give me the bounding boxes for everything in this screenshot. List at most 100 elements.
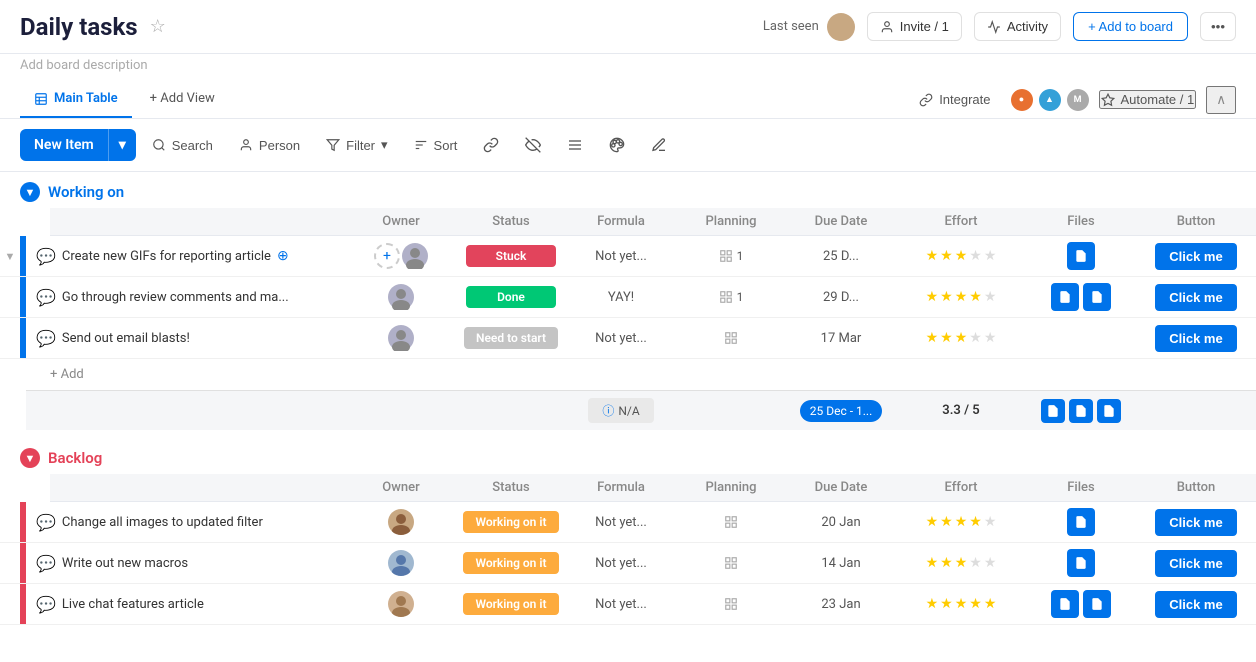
file-icon-1[interactable] xyxy=(1067,242,1095,270)
integrate-button[interactable]: Integrate xyxy=(909,86,1000,113)
due-date-cell-2[interactable]: 29 D... xyxy=(786,290,896,305)
summary-date[interactable]: 25 Dec - 1... xyxy=(786,400,896,422)
effort-cell-b3[interactable]: ★★★★★ xyxy=(896,596,1026,612)
comment-icon-3[interactable]: 💬 xyxy=(36,329,56,348)
status-cell-3[interactable]: Need to start xyxy=(456,327,566,349)
click-me-button-b2[interactable]: Click me xyxy=(1155,550,1236,577)
comment-icon-b2[interactable]: 💬 xyxy=(36,554,56,573)
click-me-button-b3[interactable]: Click me xyxy=(1155,591,1236,618)
effort-cell-2[interactable]: ★★★★★ xyxy=(896,289,1026,305)
owner-cell-b1[interactable] xyxy=(346,509,456,535)
add-to-board-button[interactable]: + Add to board xyxy=(1073,12,1188,41)
planning-cell-1[interactable]: 1 xyxy=(676,249,786,263)
row-expand-1[interactable]: ▼ xyxy=(0,250,20,263)
click-me-button-3[interactable]: Click me xyxy=(1155,325,1236,352)
button-cell-3[interactable]: Click me xyxy=(1136,325,1256,352)
file-icon-2b[interactable] xyxy=(1083,283,1111,311)
comment-icon-b3[interactable]: 💬 xyxy=(36,595,56,614)
due-date-cell-b1[interactable]: 20 Jan xyxy=(786,515,896,530)
planning-cell-b2[interactable] xyxy=(676,556,786,570)
col-header-status-b: Status xyxy=(456,480,566,495)
due-date-cell-b2[interactable]: 14 Jan xyxy=(786,556,896,571)
owner-cell-3[interactable] xyxy=(346,325,456,351)
new-item-button[interactable]: New Item ▾ xyxy=(20,129,136,161)
rows-icon-button[interactable] xyxy=(557,131,593,159)
comment-icon-1[interactable]: 💬 xyxy=(36,247,56,266)
last-seen-label: Last seen xyxy=(763,19,819,34)
planning-cell-b3[interactable] xyxy=(676,597,786,611)
owner-cell-b3[interactable] xyxy=(346,591,456,617)
planning-cell-3[interactable] xyxy=(676,331,786,345)
summary-file-icon-2[interactable] xyxy=(1069,399,1093,423)
files-cell-b3[interactable] xyxy=(1026,590,1136,618)
effort-cell-b2[interactable]: ★★★★★ xyxy=(896,555,1026,571)
add-owner-icon-1[interactable]: + xyxy=(374,243,400,269)
add-subtask-icon-1[interactable]: ⊕ xyxy=(277,248,289,264)
button-cell-b1[interactable]: Click me xyxy=(1136,509,1256,536)
files-cell-b2[interactable] xyxy=(1026,549,1136,577)
file-icon-b3b[interactable] xyxy=(1083,590,1111,618)
summary-formula-label: N/A xyxy=(618,404,639,418)
status-cell-b3[interactable]: Working on it xyxy=(456,593,566,615)
tab-main-table[interactable]: Main Table xyxy=(20,81,132,118)
group-name-backlog[interactable]: Backlog xyxy=(48,449,102,467)
comment-icon-2[interactable]: 💬 xyxy=(36,288,56,307)
files-cell-b1[interactable] xyxy=(1026,508,1136,536)
due-date-cell-b3[interactable]: 23 Jan xyxy=(786,597,896,612)
comment-icon-b1[interactable]: 💬 xyxy=(36,513,56,532)
board-description[interactable]: Add board description xyxy=(0,54,1256,81)
file-icon-b2[interactable] xyxy=(1067,549,1095,577)
files-cell-2[interactable] xyxy=(1026,283,1136,311)
add-item-backlog[interactable]: + Add xyxy=(0,625,1256,634)
activity-button[interactable]: Activity xyxy=(974,12,1061,41)
invite-button[interactable]: Invite / 1 xyxy=(867,12,962,41)
planning-cell-2[interactable]: 1 xyxy=(676,290,786,304)
status-cell-2[interactable]: Done xyxy=(456,286,566,308)
click-me-button-b1[interactable]: Click me xyxy=(1155,509,1236,536)
group-toggle-working-on[interactable]: ▼ xyxy=(20,182,40,202)
group-toggle-backlog[interactable]: ▼ xyxy=(20,448,40,468)
favorite-icon[interactable]: ☆ xyxy=(150,16,166,37)
color-icon-button[interactable] xyxy=(599,131,635,159)
new-item-dropdown-icon[interactable]: ▾ xyxy=(108,129,136,161)
button-cell-1[interactable]: Click me xyxy=(1136,243,1256,270)
formula-icon-button[interactable] xyxy=(641,131,677,159)
file-icon-2a[interactable] xyxy=(1051,283,1079,311)
link-icon-button[interactable] xyxy=(473,131,509,159)
files-cell-1[interactable] xyxy=(1026,242,1136,270)
summary-file-icon-1[interactable] xyxy=(1041,399,1065,423)
collapse-button[interactable]: ∧ xyxy=(1206,86,1236,114)
button-cell-b2[interactable]: Click me xyxy=(1136,550,1256,577)
owner-cell-2[interactable] xyxy=(346,284,456,310)
summary-file-icon-3[interactable] xyxy=(1097,399,1121,423)
last-seen-area: Last seen xyxy=(763,13,855,41)
owner-cell-b2[interactable] xyxy=(346,550,456,576)
owner-cell-1[interactable]: + xyxy=(346,243,456,269)
button-cell-b3[interactable]: Click me xyxy=(1136,591,1256,618)
click-me-button-1[interactable]: Click me xyxy=(1155,243,1236,270)
search-button[interactable]: Search xyxy=(142,132,223,159)
planning-cell-b1[interactable] xyxy=(676,515,786,529)
status-cell-b2[interactable]: Working on it xyxy=(456,552,566,574)
group-name-working-on[interactable]: Working on xyxy=(48,183,124,201)
automate-button[interactable]: Automate / 1 xyxy=(1099,90,1197,109)
status-cell-1[interactable]: Stuck xyxy=(456,245,566,267)
effort-cell-1[interactable]: ★★★★★ xyxy=(896,248,1026,264)
sort-button[interactable]: Sort xyxy=(404,132,468,159)
person-button[interactable]: Person xyxy=(229,132,310,159)
effort-cell-b1[interactable]: ★★★★★ xyxy=(896,514,1026,530)
more-options-button[interactable]: ••• xyxy=(1200,12,1236,41)
button-cell-2[interactable]: Click me xyxy=(1136,284,1256,311)
click-me-button-2[interactable]: Click me xyxy=(1155,284,1236,311)
file-icon-b3a[interactable] xyxy=(1051,590,1079,618)
status-cell-b1[interactable]: Working on it xyxy=(456,511,566,533)
file-icon-b1[interactable] xyxy=(1067,508,1095,536)
summary-formula[interactable]: ⓘ N/A xyxy=(566,398,676,423)
tab-add-view[interactable]: + Add View xyxy=(136,81,229,118)
due-date-cell-3[interactable]: 17 Mar xyxy=(786,331,896,346)
filter-button[interactable]: Filter ▾ xyxy=(316,131,397,159)
hide-icon-button[interactable] xyxy=(515,131,551,159)
effort-cell-3[interactable]: ★★★★★ xyxy=(896,330,1026,346)
due-date-cell-1[interactable]: 25 D... xyxy=(786,249,896,264)
add-item-working-on[interactable]: + Add xyxy=(0,359,1256,390)
